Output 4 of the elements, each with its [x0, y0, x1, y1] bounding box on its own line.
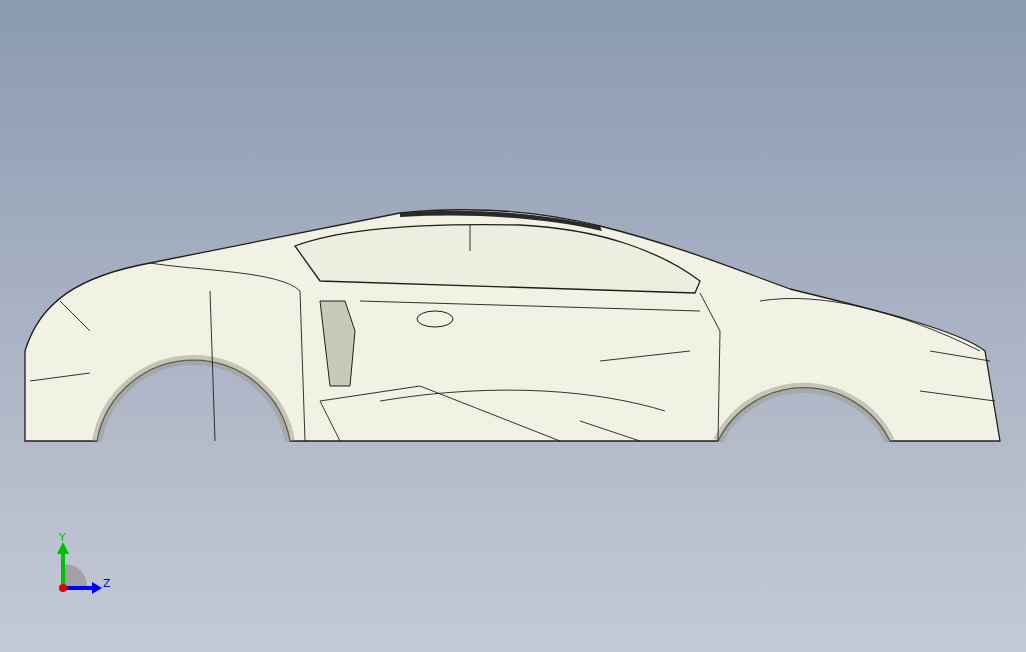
axis-label: Y — [59, 531, 66, 544]
quadrant-icon — [65, 564, 87, 586]
origin-dot — [59, 584, 67, 592]
axis-label: Z — [103, 577, 111, 590]
